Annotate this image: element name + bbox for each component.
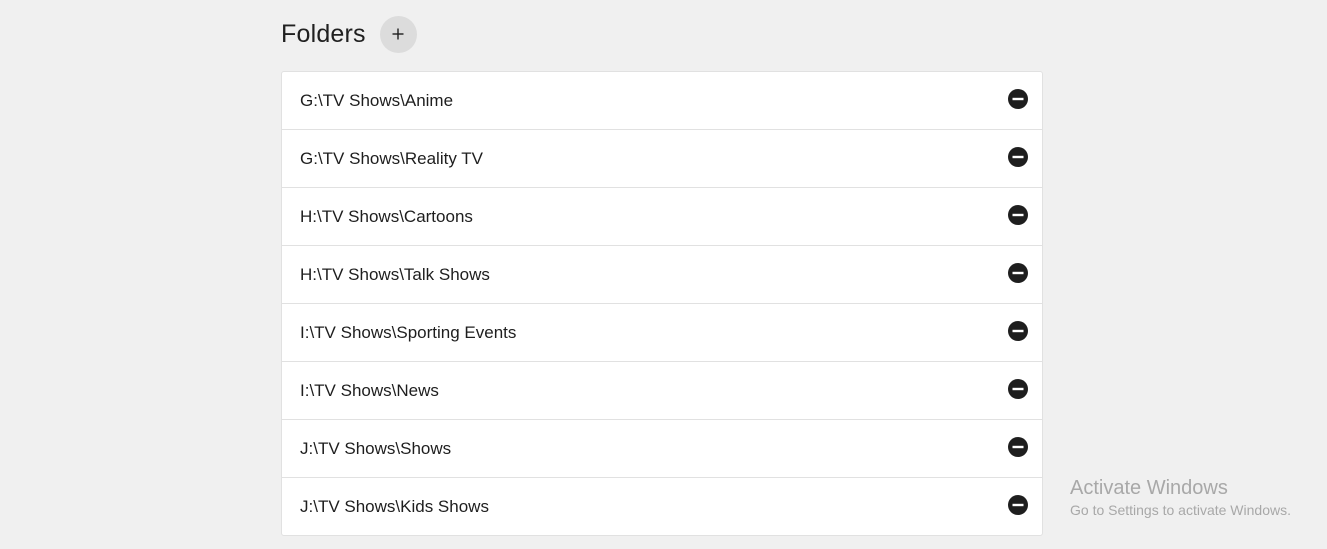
folder-path: I:\TV Shows\Sporting Events — [300, 322, 517, 342]
list-item: J:\TV Shows\Shows — [282, 420, 1042, 478]
minus-circle-icon — [1008, 205, 1028, 228]
remove-folder-button[interactable] — [1007, 321, 1029, 344]
minus-circle-icon — [1008, 321, 1028, 344]
remove-folder-button[interactable] — [1007, 147, 1029, 170]
list-item: G:\TV Shows\Anime — [282, 72, 1042, 130]
minus-circle-icon — [1008, 147, 1028, 170]
minus-circle-icon — [1008, 495, 1028, 518]
page-title: Folders — [281, 19, 366, 48]
folder-path: I:\TV Shows\News — [300, 380, 439, 400]
list-item: H:\TV Shows\Cartoons — [282, 188, 1042, 246]
folder-path: H:\TV Shows\Talk Shows — [300, 264, 490, 284]
folders-header: Folders — [281, 14, 417, 54]
folder-list: G:\TV Shows\Anime G:\TV Shows\Reality TV… — [281, 71, 1043, 536]
remove-folder-button[interactable] — [1007, 89, 1029, 112]
minus-circle-icon — [1008, 437, 1028, 460]
list-item: I:\TV Shows\News — [282, 362, 1042, 420]
list-item: H:\TV Shows\Talk Shows — [282, 246, 1042, 304]
list-item: G:\TV Shows\Reality TV — [282, 130, 1042, 188]
folder-path: G:\TV Shows\Reality TV — [300, 148, 483, 168]
folder-path: J:\TV Shows\Shows — [300, 438, 452, 458]
remove-folder-button[interactable] — [1007, 263, 1029, 286]
minus-circle-icon — [1008, 263, 1028, 286]
minus-circle-icon — [1008, 379, 1028, 402]
plus-icon — [391, 27, 405, 41]
minus-circle-icon — [1008, 89, 1028, 112]
remove-folder-button[interactable] — [1007, 495, 1029, 518]
folder-path: H:\TV Shows\Cartoons — [300, 206, 473, 226]
list-item: I:\TV Shows\Sporting Events — [282, 304, 1042, 362]
watermark-subtitle: Go to Settings to activate Windows. — [1070, 502, 1291, 518]
folder-path: J:\TV Shows\Kids Shows — [300, 496, 489, 516]
watermark-title: Activate Windows — [1070, 477, 1228, 499]
remove-folder-button[interactable] — [1007, 379, 1029, 402]
folder-path: G:\TV Shows\Anime — [300, 90, 454, 110]
folders-page: Folders G:\TV Shows\Anime G:\TV Shows\Re… — [0, 0, 1327, 549]
add-folder-button[interactable] — [379, 15, 417, 53]
remove-folder-button[interactable] — [1007, 205, 1029, 228]
activate-windows-watermark: Activate Windows Go to Settings to activ… — [1070, 476, 1291, 519]
remove-folder-button[interactable] — [1007, 437, 1029, 460]
list-item: J:\TV Shows\Kids Shows — [282, 478, 1042, 535]
